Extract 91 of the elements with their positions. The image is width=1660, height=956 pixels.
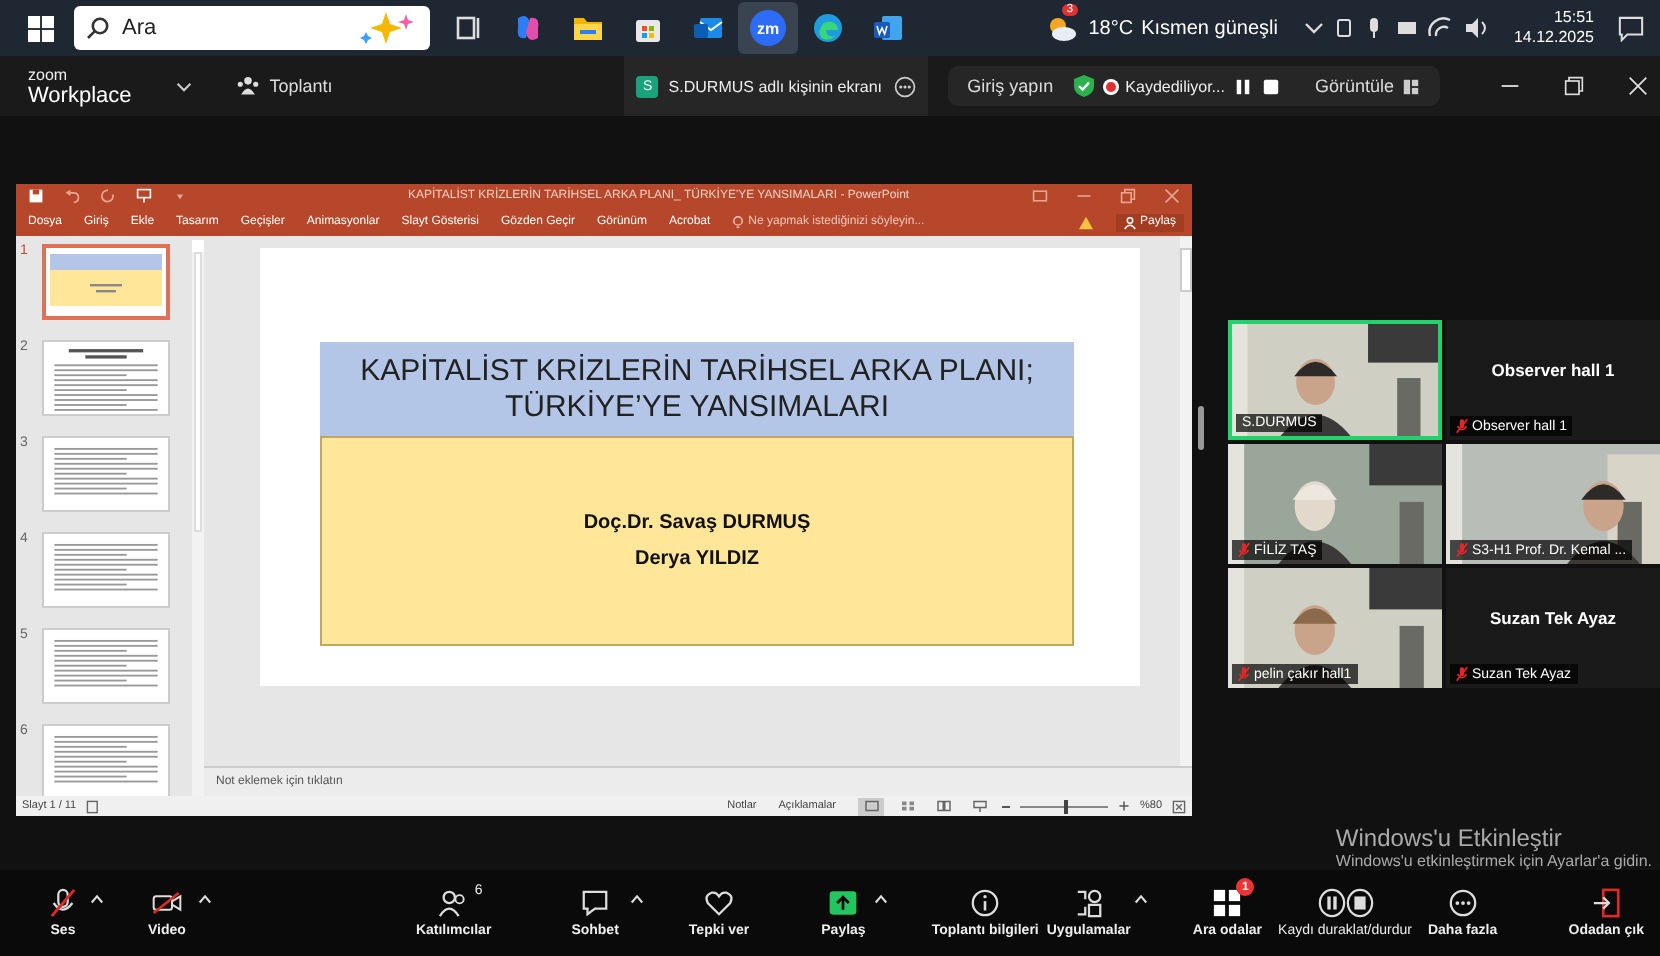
save-icon[interactable] [28,188,44,204]
stop-icon[interactable] [1262,77,1281,95]
restore-icon[interactable] [1564,76,1584,96]
task-view-icon [452,12,484,44]
normal-view-icon [863,800,879,812]
lightbulb-icon [732,215,745,229]
show-view-icon [971,800,987,812]
undo-icon[interactable] [64,188,80,204]
muted-mic-icon [1456,542,1468,558]
close-icon[interactable] [1628,76,1648,96]
caret-icon[interactable] [197,894,212,904]
brand-name: Workplace [28,86,132,106]
recording-dot [1105,81,1116,91]
author-name: Doç.Dr. Savaş DURMUŞ [583,509,811,537]
slide-thumbnail[interactable] [42,724,170,796]
more-icon[interactable] [894,75,917,97]
weather-condition: Kısmen güneşli [1141,17,1278,39]
search-bar[interactable]: Ara [74,6,430,50]
info-icon [970,888,1001,918]
fit-slide-icon[interactable] [1172,799,1187,813]
chat-icon [580,888,611,918]
caret-icon[interactable] [1134,894,1149,904]
more-icon [1447,888,1478,918]
slide-thumbnail[interactable] [42,436,170,512]
camera-icon [151,888,182,918]
muted-mic-icon [1456,666,1468,682]
pause-stop-icon [1317,888,1373,918]
scrollbar[interactable] [192,240,204,796]
spell-check-icon[interactable] [86,799,101,813]
brand-label: zoom [28,66,70,86]
exit-door-icon [1591,888,1622,918]
search-input[interactable]: Ara [122,16,302,40]
grid-icon [1402,77,1420,95]
slide-title: KAPİTALİST KRİZLERİN TARİHSEL ARKA PLANI; TÜRKİYE’YE YANSIMALARI [320,342,1074,436]
people-icon [438,888,469,918]
view-button[interactable]: Görüntüle [1306,76,1428,96]
participant-name: Observer hall 1 [1491,360,1615,380]
people-icon [235,74,260,98]
weather-icon[interactable] [1044,12,1081,44]
zoom-in-icon[interactable] [1118,800,1130,812]
redo-icon[interactable] [100,188,116,204]
participant-name: Suzan Tek Ayaz [1490,608,1616,628]
temperature-text: 18°C [1088,17,1134,39]
taskbar-app[interactable]: zm [738,2,798,54]
slide-thumbnail[interactable] [42,244,170,320]
word-icon [872,12,904,44]
heart-icon [704,888,735,918]
meeting-menu[interactable]: Toplantı [235,74,333,98]
muted-mic-icon [1238,666,1250,682]
folder-icon [572,12,604,44]
search-icon [86,16,110,40]
scrollbar[interactable] [1180,236,1193,766]
copilot-icon [512,12,544,44]
sign-in-button[interactable]: Giriş yapın [959,76,1062,96]
apps-icon [1073,888,1104,918]
person-icon [1124,215,1136,229]
mail-icon [692,12,724,44]
rooms-icon [1212,888,1243,918]
caret-icon[interactable] [630,894,645,904]
share-screen-icon [828,888,859,918]
clock-date[interactable]: 14.12.2025 [1513,28,1594,48]
view-button[interactable] [858,797,884,815]
pause-icon[interactable] [1234,77,1253,95]
author-name: Derya YILDIZ [634,545,760,573]
microphone-icon [48,888,78,918]
zoom-app-icon: zm [750,10,786,46]
start-icon[interactable] [28,15,54,41]
sparkle-icon[interactable] [358,10,418,46]
caret-icon[interactable] [90,894,104,904]
clock-time[interactable]: 15:51 [1553,8,1594,28]
tab-label: S.DURMUS adlı kişinin ekranı [668,77,882,95]
muted-mic-icon [1456,418,1468,434]
chevron-icon[interactable] [175,81,192,91]
sorter-view-icon [899,800,915,812]
shield-check-icon [1071,74,1096,98]
recording-status: Kaydediliyor... [1125,77,1225,95]
caret-icon[interactable] [873,894,888,904]
edge-icon [812,12,844,44]
activation-title: Windows'u Etkinleştir [1335,824,1564,852]
muted-mic-icon [1238,542,1250,558]
ribbon-display-icon[interactable] [1032,188,1049,204]
slide-thumbnail[interactable] [42,532,170,608]
presentation-icon[interactable] [136,188,152,204]
splitter-handle[interactable] [1198,406,1204,450]
customize-icon[interactable] [172,188,188,204]
slide-thumbnail[interactable] [42,340,170,416]
notification-icon[interactable] [1618,15,1644,41]
activation-text: Windows'u etkinleştirmek için Ayarlar'a gidin. [1335,852,1652,870]
warning-icon[interactable] [1078,215,1094,229]
slide-thumbnail[interactable] [42,628,170,704]
reading-view-icon [935,800,951,812]
